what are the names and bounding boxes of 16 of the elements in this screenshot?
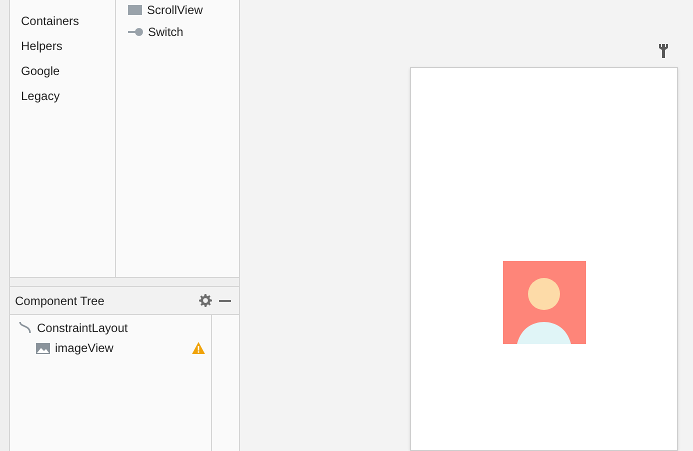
tree-item[interactable]: imageView: [55, 339, 187, 357]
minimize-icon[interactable]: [219, 300, 231, 302]
palette-category[interactable]: Helpers: [21, 37, 62, 55]
panel-title: Component Tree: [15, 292, 106, 310]
palette-category[interactable]: Containers: [21, 12, 80, 30]
palette-category[interactable]: Legacy: [21, 87, 60, 105]
palette-category[interactable]: Google: [21, 62, 60, 80]
scrollview-icon: [128, 5, 142, 15]
palette-widget[interactable]: Switch: [148, 23, 184, 41]
settings-icon[interactable]: [199, 294, 212, 307]
constraint-icon: [18, 321, 32, 335]
switch-icon: [128, 28, 143, 36]
tree-item[interactable]: ConstraintLayout: [37, 319, 205, 337]
wrench-icon[interactable]: [659, 44, 668, 58]
palette-widget[interactable]: ScrollView: [147, 1, 203, 19]
image-icon: [36, 342, 50, 354]
